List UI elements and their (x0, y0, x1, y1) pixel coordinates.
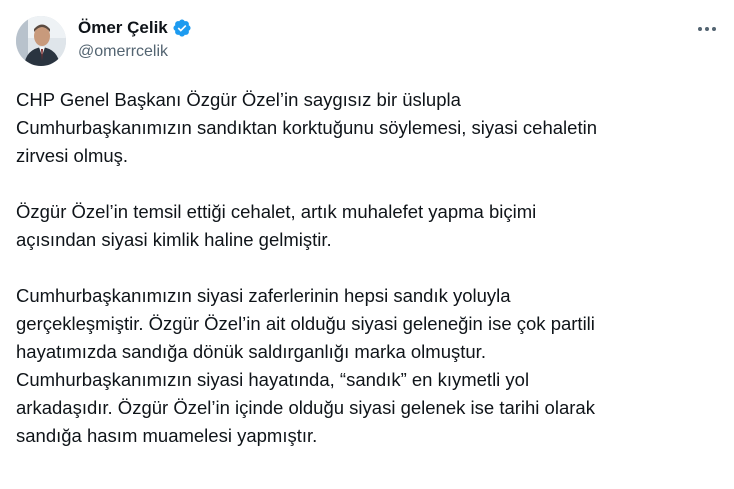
tweet-paragraph: Özgür Özel’in temsil ettiği cehalet, art… (16, 198, 716, 254)
tweet-paragraph: Cumhurbaşkanımızın siyasi zaferlerinin h… (16, 282, 716, 450)
tweet-line: Cumhurbaşkanımızın sandıktan korktuğunu … (16, 117, 597, 138)
tweet-line: zirvesi olmuş. (16, 145, 129, 166)
tweet-line: açısından siyasi kimlik haline gelmiştir… (16, 229, 332, 250)
tweet-line: hayatımızda sandığa dönük saldırganlığı … (16, 341, 486, 362)
tweet-line: Cumhurbaşkanımızın siyasi zaferlerinin h… (16, 285, 511, 306)
tweet-line: sandığa hasım muamelesi yapmıştır. (16, 425, 318, 446)
tweet-card: Ömer Çelik @omerrcelik CHP Genel Başkanı… (0, 0, 734, 489)
tweet-line: arkadaşıdır. Özgür Özel’in içinde olduğu… (16, 397, 595, 418)
tweet-line: CHP Genel Başkanı Özgür Özel’in saygısız… (16, 89, 461, 110)
profile-photo-icon (16, 16, 66, 66)
display-name[interactable]: Ömer Çelik (78, 17, 168, 39)
avatar[interactable] (16, 16, 66, 66)
display-name-row: Ömer Çelik (78, 17, 192, 39)
tweet-line: gerçekleşmiştir. Özgür Özel’in ait olduğ… (16, 313, 595, 334)
author-names: Ömer Çelik @omerrcelik (78, 17, 192, 63)
more-horizontal-icon[interactable] (696, 18, 718, 40)
verified-badge-icon[interactable] (172, 18, 192, 38)
tweet-paragraph: CHP Genel Başkanı Özgür Özel’in saygısız… (16, 86, 716, 170)
tweet-line: Cumhurbaşkanımızın siyasi hayatında, “sa… (16, 369, 530, 390)
tweet-line: Özgür Özel’in temsil ettiği cehalet, art… (16, 201, 537, 222)
tweet-text: CHP Genel Başkanı Özgür Özel’in saygısız… (16, 86, 716, 450)
author-handle[interactable]: @omerrcelik (78, 41, 192, 63)
tweet-header: Ömer Çelik @omerrcelik (16, 14, 718, 66)
